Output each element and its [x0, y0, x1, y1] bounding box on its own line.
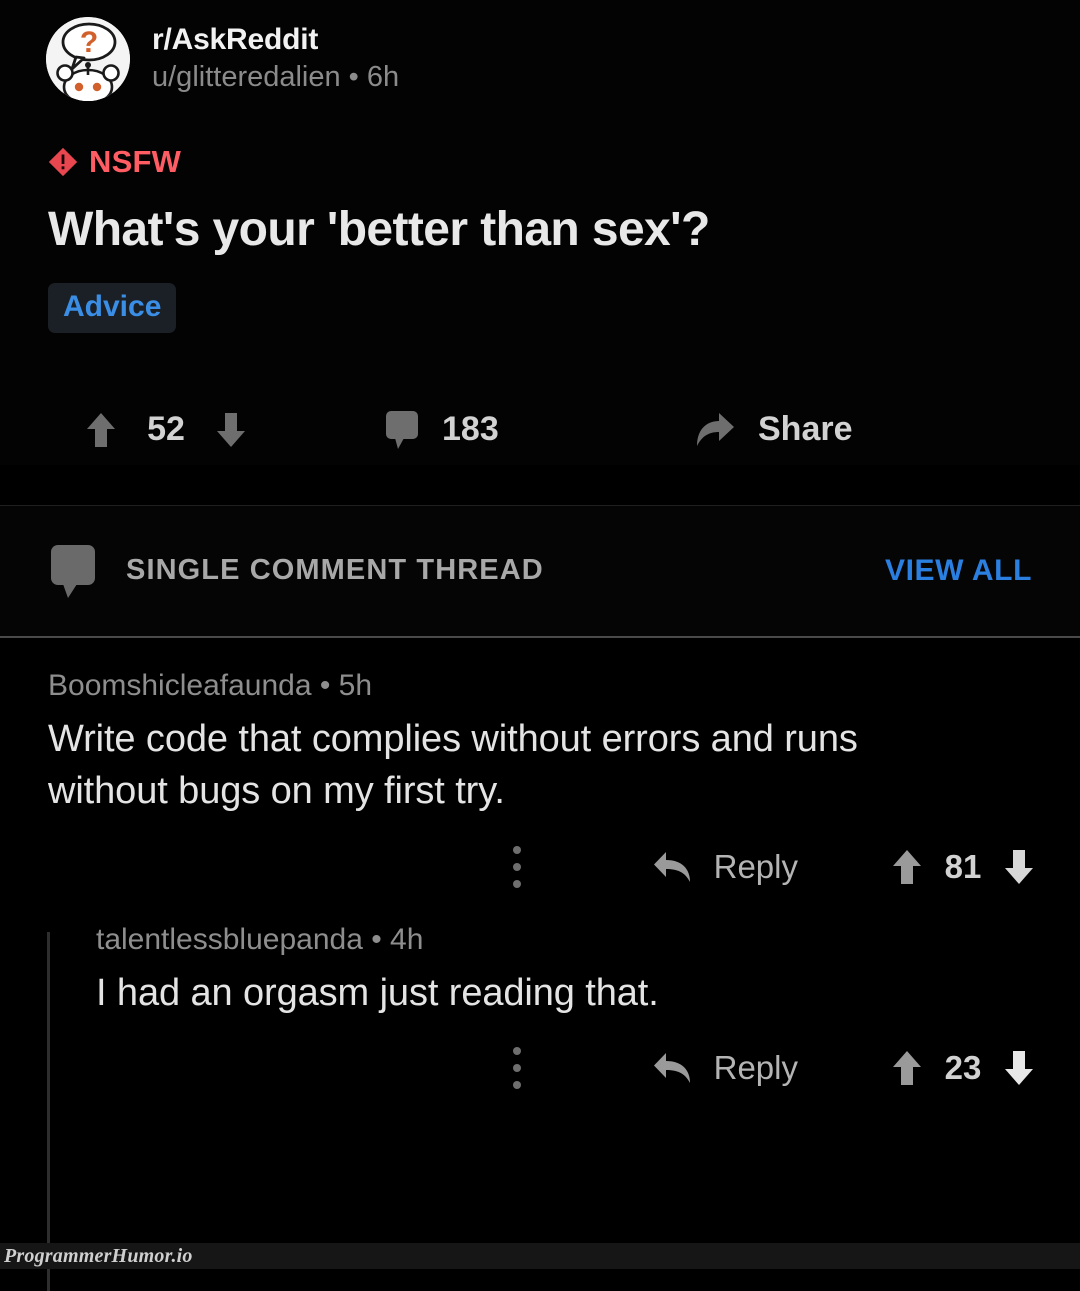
- svg-text:?: ?: [80, 26, 98, 59]
- upvote-arrow-icon[interactable]: [84, 410, 118, 450]
- upvote-arrow-icon[interactable]: [890, 1048, 924, 1088]
- single-comment-thread-label-group: SINGLE COMMENT THREAD: [48, 542, 885, 600]
- post-header: ? r/AskReddit u/glitteredalien • 6h: [0, 0, 1080, 101]
- post-header-text: r/AskReddit u/glitteredalien • 6h: [152, 23, 399, 94]
- subreddit-name[interactable]: r/AskReddit: [152, 23, 399, 57]
- nsfw-label: NSFW: [89, 144, 182, 179]
- share-arrow-icon: [697, 412, 734, 446]
- comment-author[interactable]: Boomshicleafaunda • 5h: [48, 668, 1080, 704]
- upvote-arrow-icon[interactable]: [890, 847, 924, 887]
- watermark-strip: ProgrammerHumor.io: [0, 1243, 1080, 1269]
- thread-indent-line: [47, 931, 50, 1291]
- comment-author[interactable]: talentlessbluepanda • 4h: [96, 922, 1080, 958]
- reddit-snoo-question-avatar-icon[interactable]: ?: [46, 17, 130, 101]
- downvote-arrow-icon[interactable]: [1002, 1048, 1036, 1088]
- view-all-button[interactable]: VIEW ALL: [885, 554, 1032, 588]
- comment-action-row: Reply 23: [96, 1045, 1080, 1091]
- post-comment-count: 183: [442, 410, 499, 449]
- comment-bubble-icon: [51, 544, 95, 598]
- post-flair-row: Advice: [0, 282, 1080, 333]
- post-action-bar: 52 183 Share: [0, 395, 1080, 465]
- reply-arrow-icon: [653, 1053, 690, 1084]
- comment-reply-button[interactable]: Reply: [652, 1049, 798, 1087]
- post-share-label: Share: [758, 410, 853, 449]
- overflow-menu-icon[interactable]: [512, 1045, 522, 1091]
- single-comment-thread-band: SINGLE COMMENT THREAD VIEW ALL: [0, 504, 1080, 638]
- comment-reply-label: Reply: [713, 1049, 798, 1087]
- post-author-timestamp[interactable]: u/glitteredalien • 6h: [152, 60, 399, 95]
- post-share-button[interactable]: Share: [694, 410, 853, 450]
- comment-nested-reply: talentlessbluepanda • 4h I had an orgasm…: [0, 922, 1080, 1291]
- comment-top-level: Boomshicleafaunda • 5h Write code that c…: [0, 668, 1080, 890]
- comment-body: I had an orgasm just reading that.: [96, 971, 659, 1014]
- comment-reply-label: Reply: [713, 847, 798, 885]
- post-flair-advice[interactable]: Advice: [48, 282, 177, 333]
- downvote-arrow-icon[interactable]: [1002, 847, 1036, 887]
- post-score: 52: [147, 410, 185, 449]
- comment-vote-group: 23: [890, 1048, 1036, 1088]
- comments-container: Boomshicleafaunda • 5h Write code that c…: [0, 637, 1080, 1291]
- post-container: ? r/AskReddit u/glitteredalien • 6h NSFW…: [0, 0, 1080, 465]
- comment-body: Write code that complies without errors …: [48, 717, 858, 813]
- comment-score: 81: [944, 847, 982, 885]
- comment-score: 23: [944, 1049, 982, 1087]
- overflow-menu-icon[interactable]: [512, 844, 522, 890]
- nsfw-warning-diamond-icon: [48, 147, 78, 177]
- comment-reply-button[interactable]: Reply: [652, 848, 798, 886]
- comment-vote-group: 81: [890, 847, 1036, 887]
- comment-bubble-icon: [386, 410, 418, 449]
- post-comment-group[interactable]: 183: [384, 409, 694, 451]
- reply-arrow-icon: [653, 851, 690, 882]
- post-title[interactable]: What's your 'better than sex'?: [0, 203, 1080, 257]
- nsfw-badge: NSFW: [0, 142, 1080, 182]
- single-comment-thread-label: SINGLE COMMENT THREAD: [126, 554, 544, 587]
- watermark-text: ProgrammerHumor.io: [4, 1245, 193, 1267]
- post-vote-group: 52: [84, 410, 384, 450]
- comment-action-row: Reply 81: [48, 844, 1080, 890]
- downvote-arrow-icon[interactable]: [214, 410, 248, 450]
